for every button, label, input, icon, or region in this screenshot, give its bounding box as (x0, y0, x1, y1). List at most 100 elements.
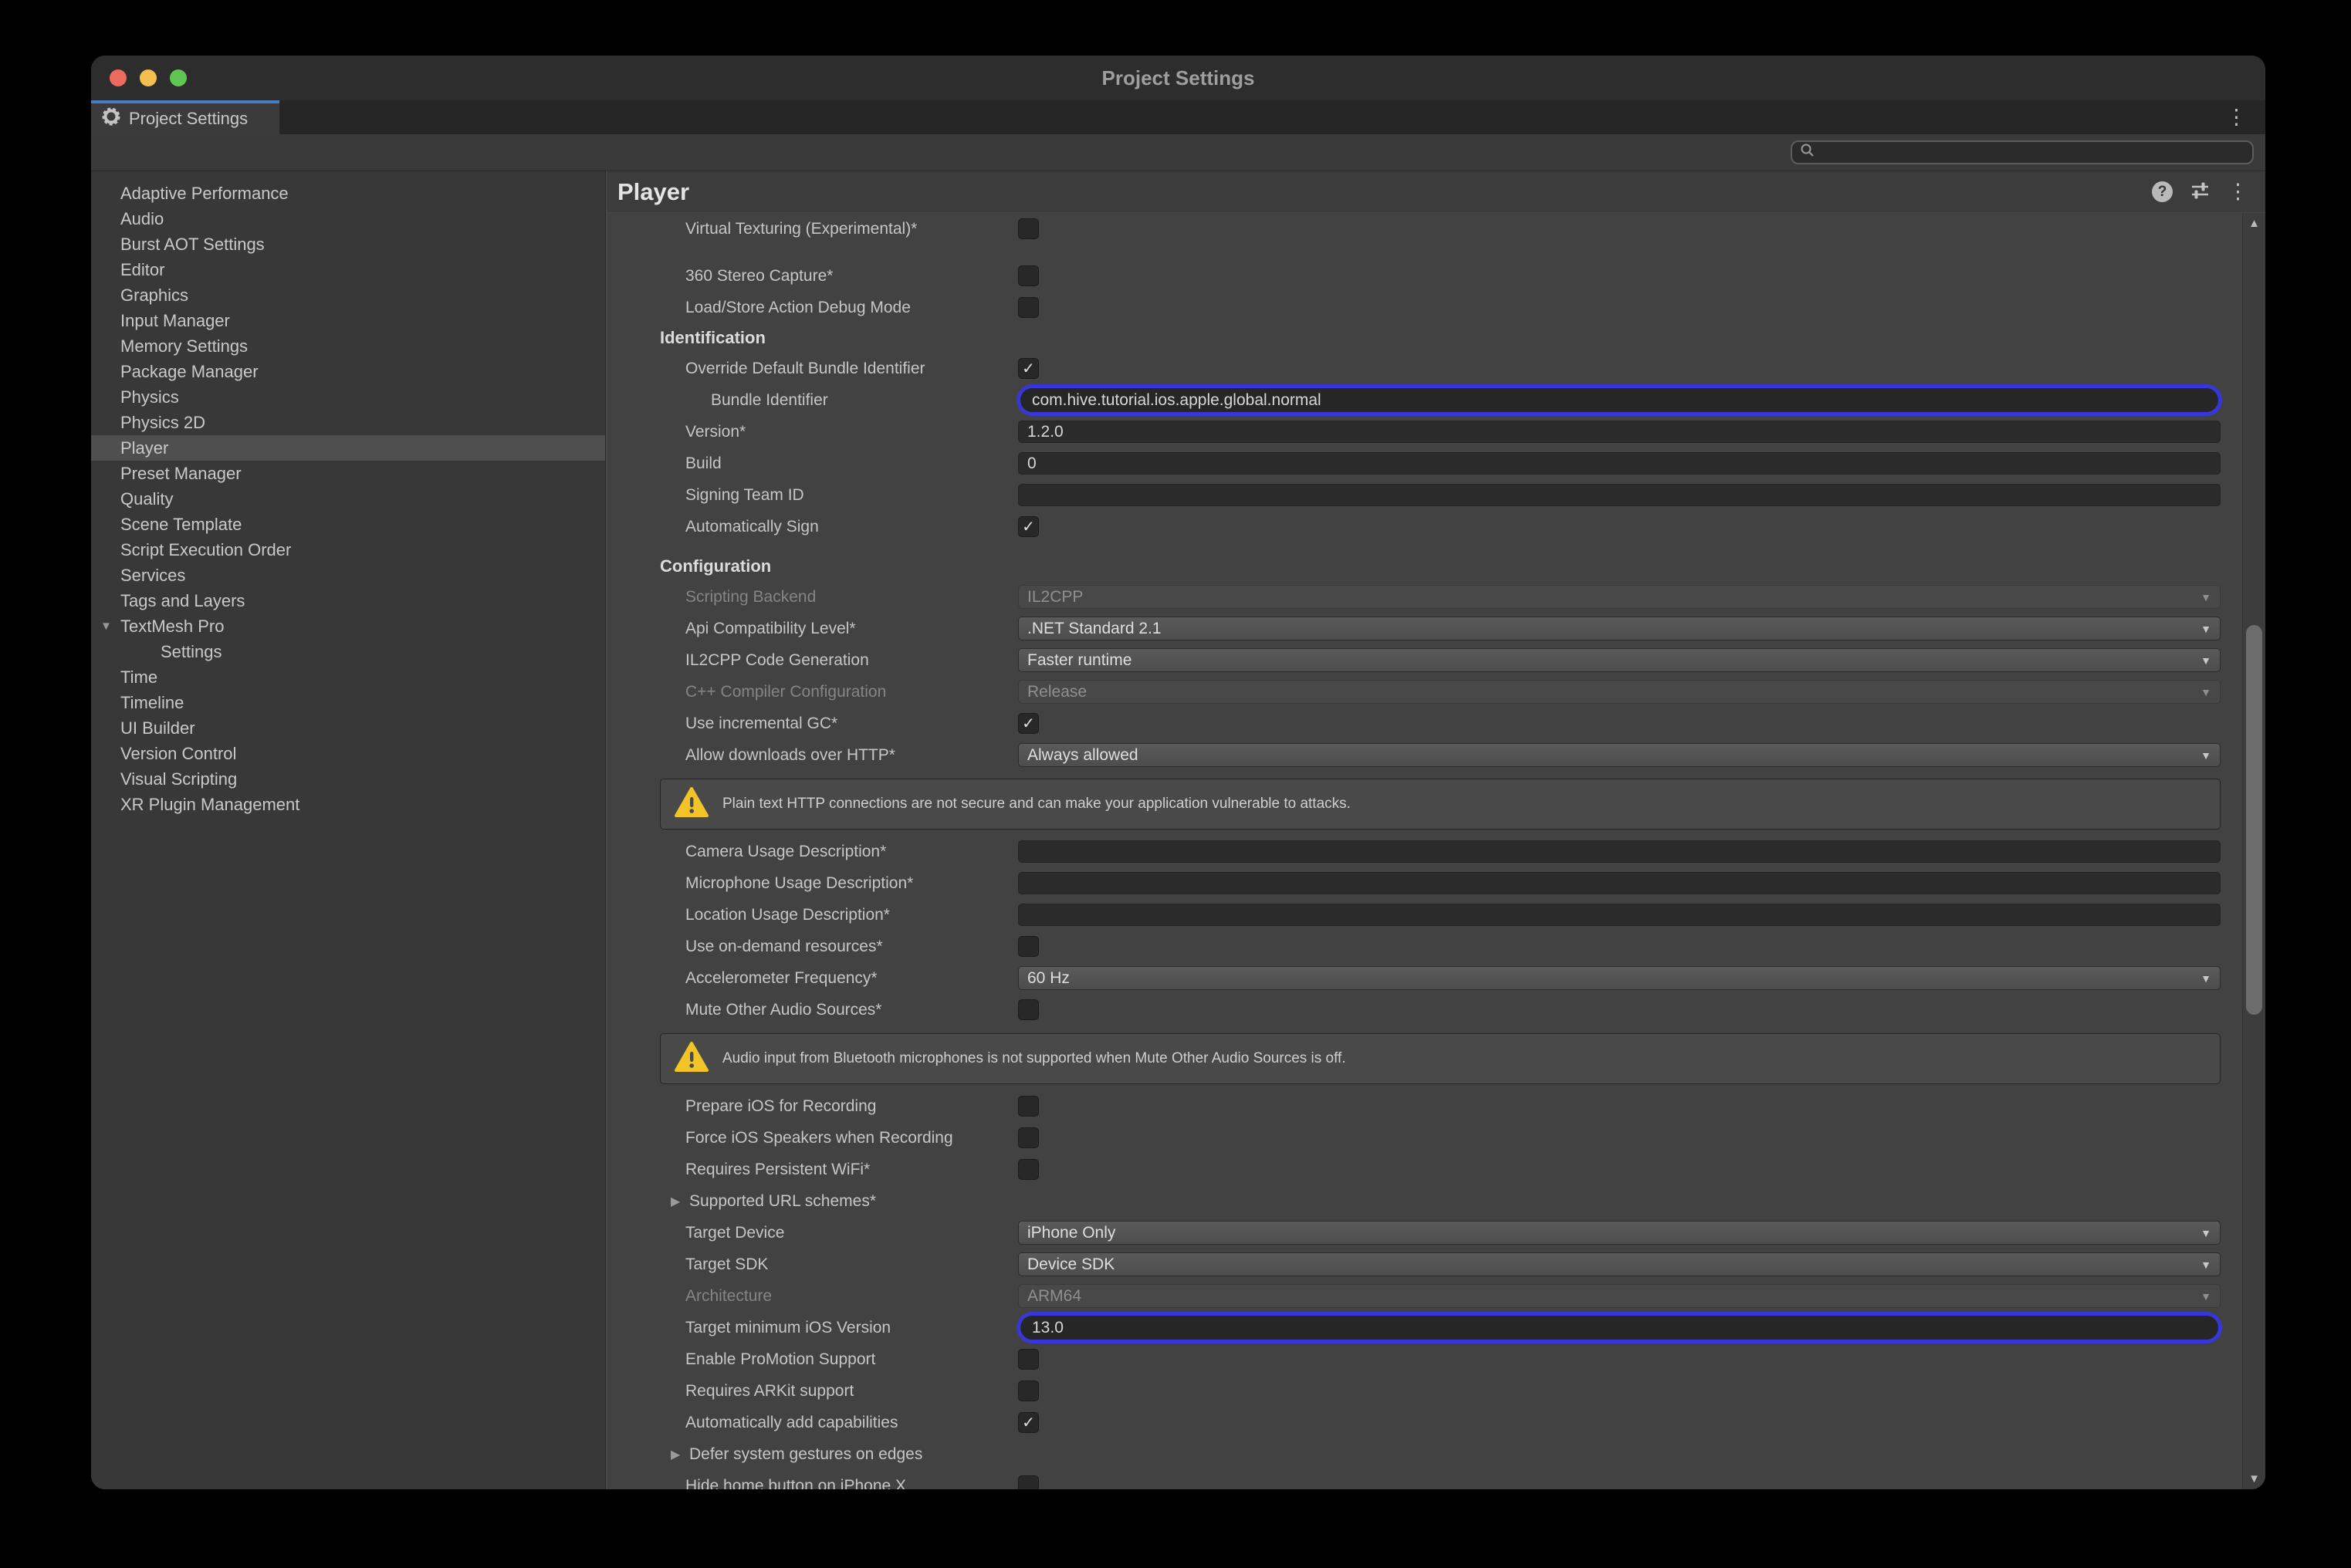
foldout-arrow-icon[interactable]: ▶ (671, 1194, 689, 1209)
il2cpp-code-generation-dropdown[interactable]: Faster runtime▼ (1018, 648, 2221, 672)
load-store-action-debug-mode-checkbox[interactable] (1018, 297, 1039, 318)
search-icon (1799, 142, 1816, 163)
sidebar-item-label: Preset Manager (120, 464, 242, 484)
row-label: Accelerometer Frequency* (660, 969, 1018, 988)
accelerometer-frequency-dropdown[interactable]: 60 Hz▼ (1018, 966, 2221, 990)
preset-icon[interactable] (2190, 180, 2211, 204)
signing-team-id-input[interactable] (1018, 484, 2221, 506)
close-window-button[interactable] (110, 69, 127, 86)
sidebar-item-package-manager[interactable]: Package Manager (91, 359, 605, 384)
tab-overflow-menu-icon[interactable]: ⋮ (2226, 107, 2247, 128)
virtual-texturing-experimental-checkbox[interactable] (1018, 218, 1039, 239)
sidebar-item-tags-and-layers[interactable]: Tags and Layers (91, 588, 605, 613)
row-label: 360 Stereo Capture* (660, 267, 1018, 286)
sidebar-item-scene-template[interactable]: Scene Template (91, 512, 605, 537)
360-stereo-capture-checkbox[interactable] (1018, 265, 1039, 286)
chevron-down-icon: ▼ (2200, 686, 2211, 698)
vertical-scrollbar[interactable]: ▲ ▼ (2242, 213, 2265, 1489)
search-input[interactable] (1822, 142, 2252, 163)
section-title: Configuration (660, 556, 771, 576)
window-title: Project Settings (1102, 66, 1255, 90)
microphone-usage-description-input[interactable] (1018, 872, 2221, 894)
row-label: Force iOS Speakers when Recording (660, 1129, 1018, 1147)
scrollbar-thumb[interactable] (2246, 625, 2262, 1015)
api-compatibility-level-dropdown[interactable]: .NET Standard 2.1▼ (1018, 617, 2221, 640)
sidebar-item-timeline[interactable]: Timeline (91, 690, 605, 715)
sidebar-item-visual-scripting[interactable]: Visual Scripting (91, 766, 605, 792)
sidebar-item-editor[interactable]: Editor (91, 257, 605, 282)
row-label: Location Usage Description* (660, 906, 1018, 924)
help-icon[interactable]: ? (2152, 181, 2173, 202)
sidebar-item-label: Input Manager (120, 311, 230, 331)
sidebar-item-time[interactable]: Time (91, 664, 605, 690)
automatically-add-capabilities-checkbox[interactable]: ✓ (1018, 1412, 1039, 1433)
row-label: Signing Team ID (660, 486, 1018, 505)
sidebar-item-label: Time (120, 667, 157, 688)
enable-promotion-support-checkbox[interactable] (1018, 1349, 1039, 1370)
row-control: iPhone Only▼ (1018, 1221, 2221, 1245)
sidebar-item-settings[interactable]: Settings (91, 639, 605, 664)
c-compiler-configuration-dropdown: Release▼ (1018, 680, 2221, 704)
foldout-arrow-icon[interactable]: ▶ (671, 1447, 689, 1462)
scroll-down-icon[interactable]: ▼ (2248, 1472, 2260, 1485)
sidebar-item-graphics[interactable]: Graphics (91, 282, 605, 308)
sidebar-item-memory-settings[interactable]: Memory Settings (91, 333, 605, 359)
use-incremental-gc-checkbox[interactable]: ✓ (1018, 713, 1039, 734)
use-on-demand-resources-checkbox[interactable] (1018, 936, 1039, 957)
automatically-sign-checkbox[interactable]: ✓ (1018, 516, 1039, 537)
maximize-window-button[interactable] (170, 69, 187, 86)
dropdown-value: ARM64 (1027, 1287, 1081, 1306)
sidebar-item-quality[interactable]: Quality (91, 486, 605, 512)
sidebar-item-audio[interactable]: Audio (91, 206, 605, 231)
prepare-ios-for-recording-checkbox[interactable] (1018, 1096, 1039, 1117)
force-ios-speakers-when-recording-checkbox[interactable] (1018, 1127, 1039, 1148)
build-input[interactable]: 0 (1018, 452, 2221, 475)
sidebar-item-burst-aot-settings[interactable]: Burst AOT Settings (91, 231, 605, 257)
row-label: Microphone Usage Description* (660, 874, 1018, 893)
requires-persistent-wifi-checkbox[interactable] (1018, 1159, 1039, 1180)
sidebar-item-preset-manager[interactable]: Preset Manager (91, 461, 605, 486)
search-box[interactable] (1791, 140, 2254, 164)
sidebar-item-adaptive-performance[interactable]: Adaptive Performance (91, 181, 605, 206)
allow-downloads-over-http-dropdown[interactable]: Always allowed▼ (1018, 743, 2221, 767)
scroll-up-icon[interactable]: ▲ (2248, 217, 2260, 230)
requires-arkit-support-checkbox[interactable] (1018, 1380, 1039, 1401)
sidebar-item-physics-2d[interactable]: Physics 2D (91, 410, 605, 435)
settings-row: Mute Other Audio Sources* (660, 994, 2221, 1026)
warning-box: Plain text HTTP connections are not secu… (660, 779, 2221, 830)
sidebar-item-player[interactable]: Player (91, 435, 605, 461)
tab-project-settings[interactable]: Project Settings (91, 100, 279, 134)
target-device-dropdown[interactable]: iPhone Only▼ (1018, 1221, 2221, 1245)
hide-home-button-on-iphone-x-checkbox[interactable] (1018, 1475, 1039, 1489)
sidebar-item-xr-plugin-management[interactable]: XR Plugin Management (91, 792, 605, 817)
sidebar-item-input-manager[interactable]: Input Manager (91, 308, 605, 333)
sidebar-item-services[interactable]: Services (91, 563, 605, 588)
mute-other-audio-sources-checkbox[interactable] (1018, 999, 1039, 1020)
row-control: 0 (1018, 452, 2221, 475)
camera-usage-description-input[interactable] (1018, 840, 2221, 863)
content: Adaptive PerformanceAudioBurst AOT Setti… (91, 171, 2265, 1489)
row-control: ✓ (1018, 1412, 2221, 1433)
target-minimum-ios-version-input[interactable]: 13.0 (1020, 1316, 2218, 1340)
chevron-expanded-icon[interactable]: ▼ (100, 620, 112, 633)
row-control (1018, 484, 2221, 506)
sidebar-item-physics[interactable]: Physics (91, 384, 605, 410)
traffic-lights (110, 69, 187, 86)
row-control: Device SDK▼ (1018, 1252, 2221, 1276)
sidebar-item-version-control[interactable]: Version Control (91, 741, 605, 766)
settings-category-sidebar: Adaptive PerformanceAudioBurst AOT Setti… (91, 171, 606, 1489)
bundle-identifier-input[interactable]: com.hive.tutorial.ios.apple.global.norma… (1020, 388, 2218, 412)
target-sdk-dropdown[interactable]: Device SDK▼ (1018, 1252, 2221, 1276)
settings-row: Target minimum iOS Version13.0 (660, 1312, 2221, 1343)
location-usage-description-input[interactable] (1018, 904, 2221, 926)
sidebar-item-textmesh-pro[interactable]: ▼TextMesh Pro (91, 613, 605, 639)
sidebar-item-ui-builder[interactable]: UI Builder (91, 715, 605, 741)
panel-overflow-menu-icon[interactable]: ⋮ (2228, 181, 2248, 202)
override-default-bundle-identifier-checkbox[interactable]: ✓ (1018, 358, 1039, 379)
settings-row: Use on-demand resources* (660, 931, 2221, 962)
minimize-window-button[interactable] (140, 69, 157, 86)
sidebar-item-script-execution-order[interactable]: Script Execution Order (91, 537, 605, 563)
row-label: Mute Other Audio Sources* (660, 1001, 1018, 1019)
version-input[interactable]: 1.2.0 (1018, 421, 2221, 443)
settings-row: Target DeviceiPhone Only▼ (660, 1217, 2221, 1249)
